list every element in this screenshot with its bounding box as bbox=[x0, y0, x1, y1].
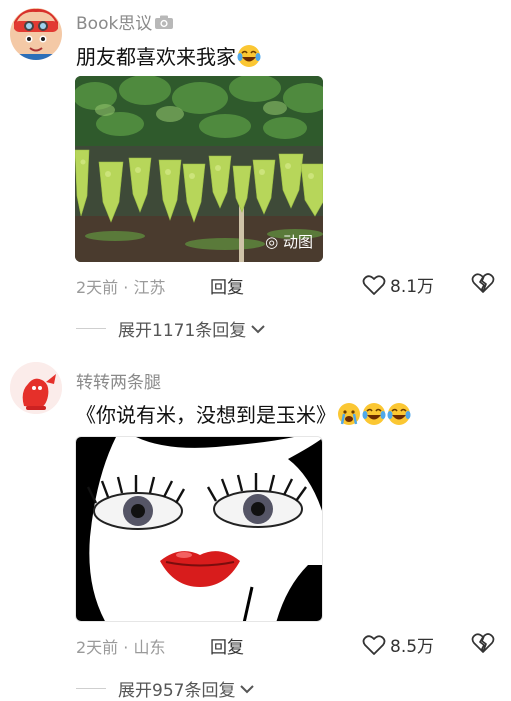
comment-meta: 2天前 · 山东 bbox=[76, 638, 166, 657]
avatar[interactable] bbox=[10, 362, 62, 414]
reply-button[interactable]: 回复 bbox=[210, 633, 244, 658]
username[interactable]: 转转两条腿 bbox=[76, 368, 161, 393]
crying-emoji bbox=[338, 403, 360, 425]
broken-heart-icon bbox=[471, 633, 495, 653]
laugh-cry-emoji bbox=[362, 403, 386, 425]
camera-icon bbox=[154, 14, 174, 35]
grape-vineyard-image[interactable]: ◎ 动图 bbox=[75, 76, 323, 262]
gif-tag: ◎ 动图 bbox=[265, 233, 313, 251]
comment-meta: 2天前 · 江苏 bbox=[76, 278, 166, 297]
broken-heart-icon bbox=[471, 273, 495, 293]
reply-button[interactable]: 回复 bbox=[210, 273, 244, 298]
expand-replies[interactable]: 展开1171条回复 bbox=[76, 316, 267, 341]
heart-icon bbox=[362, 274, 386, 295]
comment-text: 朋友都喜欢来我家 bbox=[76, 41, 261, 70]
dislike-button[interactable] bbox=[470, 632, 496, 658]
chevron-down-icon bbox=[240, 684, 255, 693]
like-count: 8.5万 bbox=[390, 637, 435, 657]
like-count: 8.1万 bbox=[390, 277, 435, 297]
heart-icon bbox=[362, 634, 386, 655]
username[interactable]: Book思议 bbox=[76, 9, 174, 35]
dislike-button[interactable] bbox=[470, 272, 496, 298]
divider-line bbox=[76, 328, 106, 329]
avatar[interactable] bbox=[10, 8, 62, 60]
expand-replies[interactable]: 展开957条回复 bbox=[76, 676, 256, 701]
comment-text: 《你说有米，没想到是玉米》 bbox=[76, 399, 411, 428]
laugh-cry-emoji bbox=[237, 45, 261, 67]
laugh-cry-emoji bbox=[387, 403, 411, 425]
like-button[interactable]: 8.5万 bbox=[362, 632, 434, 657]
like-button[interactable]: 8.1万 bbox=[362, 272, 434, 297]
chevron-down-icon bbox=[251, 324, 265, 333]
animated-icon: ◎ bbox=[265, 233, 279, 251]
meme-face-image[interactable] bbox=[75, 436, 323, 622]
divider-line bbox=[76, 688, 106, 689]
